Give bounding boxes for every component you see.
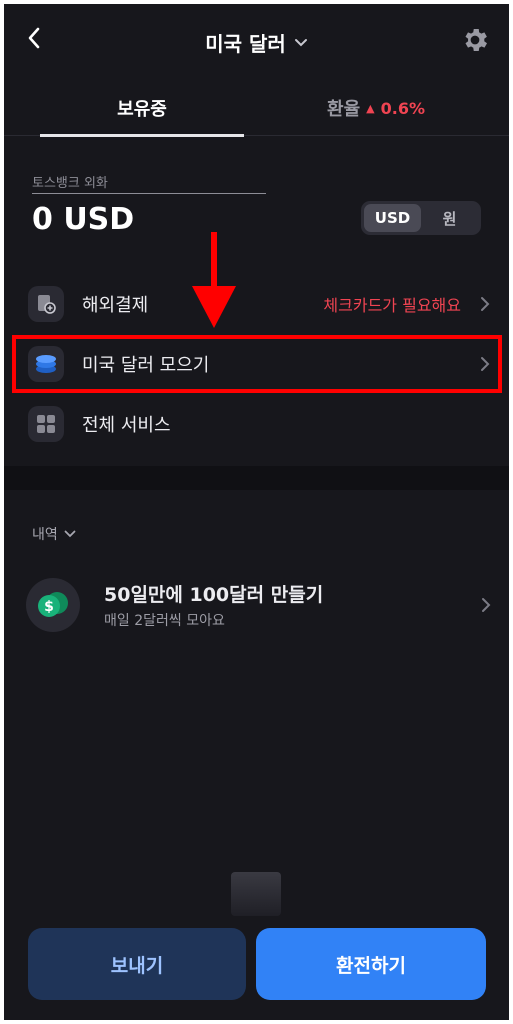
- exchange-button[interactable]: 환전하기: [256, 928, 486, 1000]
- menu-item-collect-dollars[interactable]: 미국 달러 모으기: [4, 336, 509, 392]
- history-label: 내역: [32, 527, 58, 543]
- account-name-link[interactable]: 토스뱅크 외화: [32, 172, 266, 194]
- app-screen: 미국 달러 보유중 환율 ▲ 0.6% 토스뱅크 외화 0 USD USD 원: [4, 4, 509, 1020]
- triangle-up-icon: ▲: [366, 101, 375, 115]
- tab-bar: 보유중 환율 ▲ 0.6%: [4, 80, 509, 137]
- dollar-coin-icon: $: [26, 578, 80, 632]
- menu-label: 미국 달러 모으기: [82, 355, 210, 376]
- chevron-right-icon: [479, 356, 491, 372]
- chevron-right-icon: [481, 597, 491, 617]
- tab-exchange-rate[interactable]: 환율 ▲ 0.6%: [274, 80, 478, 136]
- history-item-title: 50일만에 100달러 만들기: [104, 584, 324, 606]
- svg-text:$: $: [44, 599, 54, 615]
- card-required-notice: 체크카드가 필요해요: [323, 296, 461, 315]
- tab-holdings[interactable]: 보유중: [40, 80, 244, 137]
- history-item-subtitle: 매일 2달러씩 모아요: [104, 613, 225, 629]
- chevron-right-icon: [479, 296, 491, 312]
- section-divider: [4, 466, 509, 490]
- scroll-handle: [231, 872, 281, 916]
- currency-toggle[interactable]: USD 원: [361, 201, 481, 235]
- currency-title-dropdown[interactable]: 미국 달러: [4, 28, 509, 57]
- card-add-icon: [28, 286, 64, 322]
- chevron-down-icon: [294, 33, 308, 52]
- toggle-option-usd[interactable]: USD: [364, 204, 421, 232]
- balance-amount: 0 USD: [32, 202, 135, 237]
- menu-label: 전체 서비스: [82, 415, 171, 436]
- settings-button[interactable]: [457, 24, 493, 60]
- coin-stack-icon: [28, 346, 64, 382]
- grid-icon: [28, 406, 64, 442]
- menu-item-all-services[interactable]: 전체 서비스: [4, 396, 509, 452]
- list-item[interactable]: $ 50일만에 100달러 만들기 매일 2달러씩 모아요: [4, 570, 509, 640]
- menu-item-overseas-payment[interactable]: 해외결제 체크카드가 필요해요: [4, 276, 509, 332]
- menu-label: 해외결제: [82, 295, 149, 316]
- rate-change-value: 0.6%: [380, 98, 425, 118]
- history-filter-toggle[interactable]: 내역: [32, 524, 76, 544]
- chevron-down-icon: [64, 526, 76, 542]
- tab-holdings-label: 보유중: [117, 99, 167, 120]
- page-title: 미국 달러: [205, 32, 286, 56]
- toggle-option-krw[interactable]: 원: [421, 204, 478, 232]
- annotation-arrow-icon: [192, 232, 236, 328]
- send-button[interactable]: 보내기: [28, 928, 246, 1000]
- top-bar: 미국 달러: [4, 4, 509, 80]
- tab-exchange-rate-label: 환율: [327, 99, 361, 120]
- gear-icon: [460, 25, 490, 59]
